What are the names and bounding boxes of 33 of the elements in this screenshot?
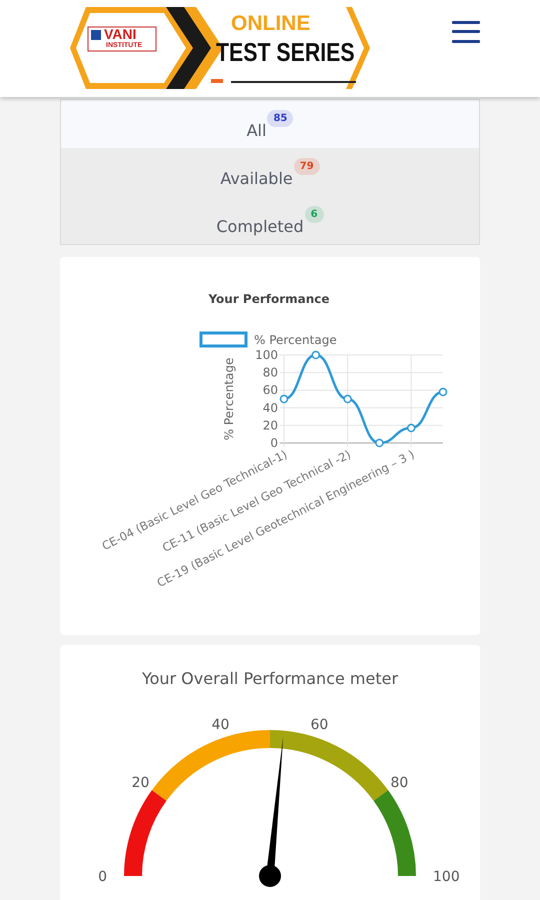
- tick-label: 40: [212, 716, 230, 733]
- tick-label: 60: [310, 716, 328, 733]
- tick-label: 60: [262, 383, 278, 398]
- tick-label: 20: [132, 774, 150, 791]
- axis-title: % Percentage: [222, 358, 236, 440]
- tick-label: 80: [262, 366, 278, 380]
- legend-label: % Percentage: [254, 333, 337, 347]
- meter-title: Your Overall Performance meter: [140, 668, 400, 688]
- data-point: [406, 424, 416, 432]
- tick-label: 100: [433, 869, 460, 885]
- logo-heading: ONLINE: [231, 13, 310, 34]
- tick-label: 40: [262, 400, 278, 415]
- count-badge: 85: [267, 110, 294, 126]
- tick-label: 0: [98, 869, 107, 885]
- data-point: [375, 438, 384, 448]
- filter-tab[interactable]: Available 79: [61, 148, 479, 196]
- data-point: [280, 394, 288, 404]
- logo-brand: VANI: [104, 27, 136, 41]
- count-badge: 6: [304, 206, 324, 222]
- tick-label: 80: [390, 774, 408, 791]
- legend-swatch: [200, 332, 248, 348]
- logo-heading: TEST SERIES: [216, 39, 355, 65]
- tick-label: 0: [270, 436, 278, 450]
- menu-icon[interactable]: [452, 20, 480, 42]
- tick-label: 20: [262, 418, 278, 432]
- tick-label: 100: [255, 348, 278, 362]
- count-badge: 79: [294, 158, 320, 174]
- data-point: [312, 350, 320, 360]
- data-point: [343, 394, 352, 404]
- chart-title: Your Performance: [208, 292, 330, 306]
- data-point: [438, 388, 448, 396]
- filter-tab[interactable]: Completed 6: [61, 196, 479, 244]
- filter-tab[interactable]: All 85: [61, 100, 479, 148]
